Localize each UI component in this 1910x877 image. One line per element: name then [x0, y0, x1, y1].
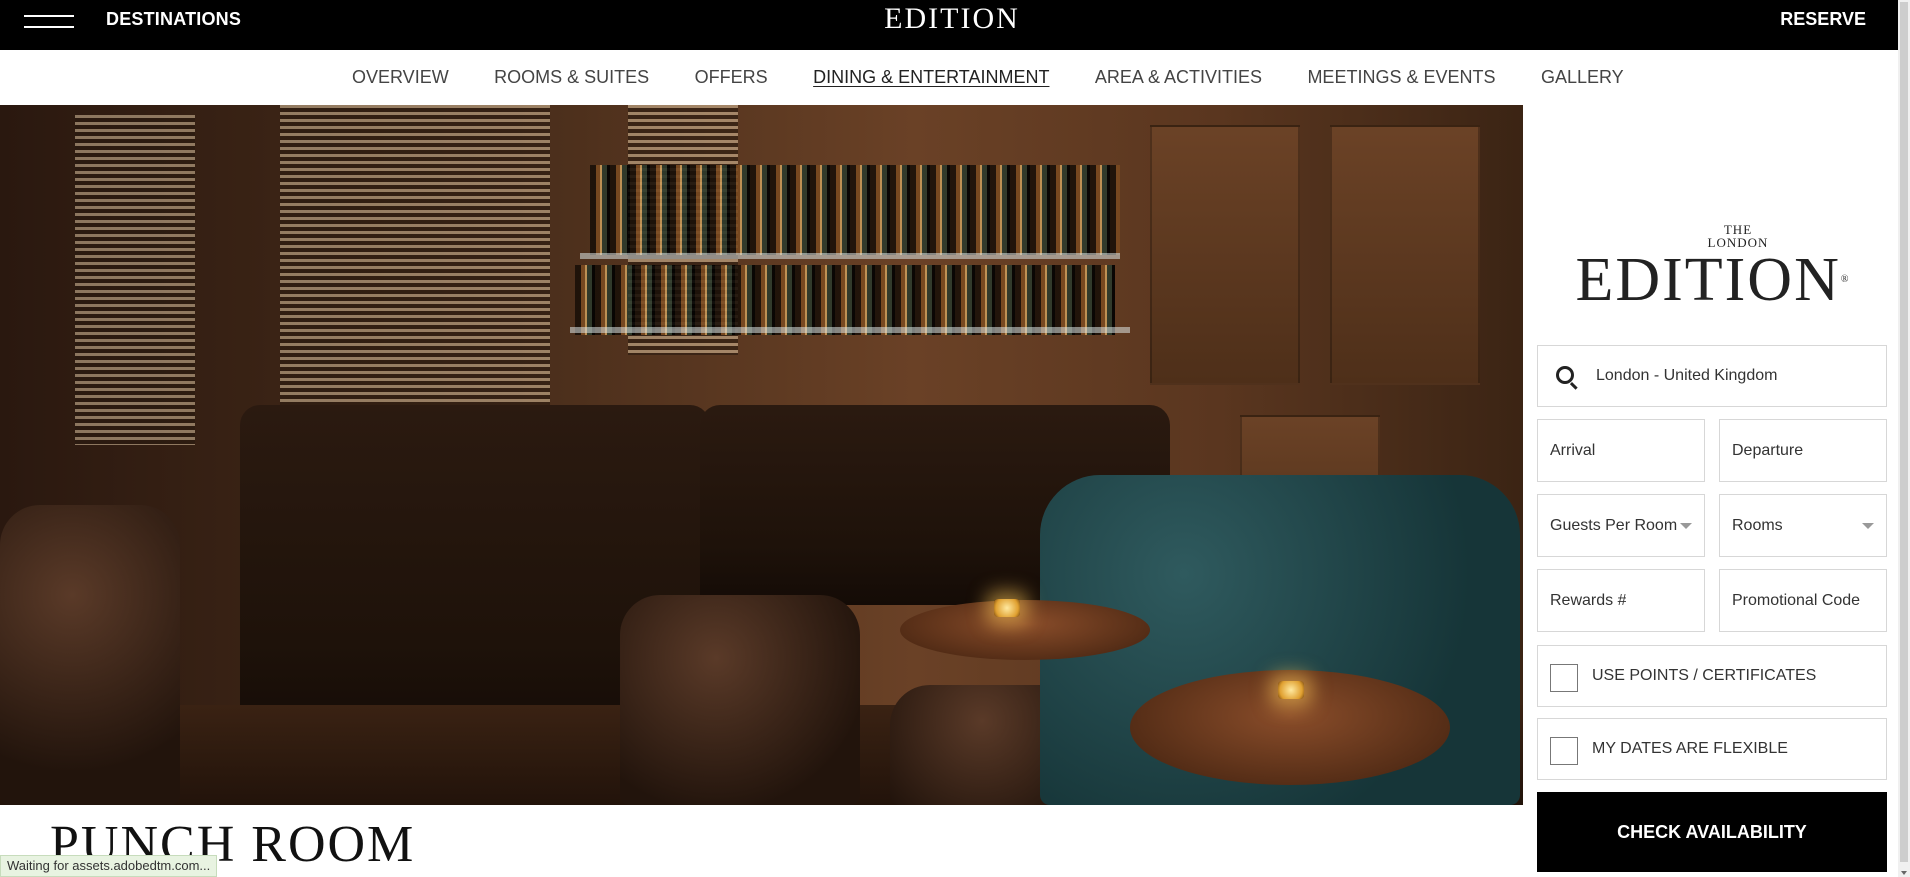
- hero-image: [0, 105, 1523, 805]
- check-availability-button[interactable]: CHECK AVAILABILITY: [1537, 792, 1887, 872]
- logo-wordmark: EDITION®: [1563, 249, 1863, 311]
- logo-wordmark-text: EDITION: [1575, 246, 1841, 314]
- nav-dining-entertainment[interactable]: DINING & ENTERTAINMENT: [813, 67, 1049, 88]
- brand-logo[interactable]: EDITION: [882, 2, 1022, 36]
- departure-placeholder: Departure: [1732, 441, 1804, 459]
- top-bar: DESTINATIONS EDITION RESERVE: [0, 0, 1898, 50]
- nav-rooms-suites[interactable]: ROOMS & SUITES: [494, 67, 649, 88]
- reserve-link[interactable]: RESERVE: [1780, 9, 1866, 30]
- arrival-placeholder: Arrival: [1550, 441, 1596, 459]
- nav-area-activities[interactable]: AREA & ACTIVITIES: [1095, 67, 1262, 88]
- destinations-link[interactable]: DESTINATIONS: [106, 9, 241, 30]
- rooms-select[interactable]: Rooms: [1719, 494, 1887, 557]
- leather-chair: [0, 505, 180, 805]
- chevron-down-icon: [1680, 523, 1692, 529]
- flexible-dates-checkbox[interactable]: [1550, 737, 1578, 765]
- nav-offers[interactable]: OFFERS: [695, 67, 768, 88]
- menu-icon[interactable]: [24, 11, 74, 28]
- window-blinds-center: [280, 105, 550, 455]
- flexible-dates-label: MY DATES ARE FLEXIBLE: [1592, 740, 1788, 757]
- departure-field[interactable]: Departure: [1719, 419, 1887, 482]
- rewards-field[interactable]: Rewards #: [1537, 569, 1705, 632]
- destination-value: London - United Kingdom: [1596, 367, 1778, 384]
- bottle-row: [575, 265, 1115, 335]
- window-blinds-left: [75, 115, 195, 445]
- nav-meetings-events[interactable]: MEETINGS & EVENTS: [1307, 67, 1495, 88]
- guests-per-room-select[interactable]: Guests Per Room: [1537, 494, 1705, 557]
- chevron-down-icon: [1862, 523, 1874, 529]
- wall-panel: [1330, 125, 1480, 385]
- glass-shelf: [580, 253, 1120, 259]
- destination-field[interactable]: London - United Kingdom: [1537, 345, 1887, 407]
- promo-code-field[interactable]: Promotional Code: [1719, 569, 1887, 632]
- flexible-dates-option[interactable]: MY DATES ARE FLEXIBLE: [1537, 718, 1887, 780]
- browser-status-bar: Waiting for assets.adobedtm.com...: [0, 855, 218, 877]
- candle: [994, 599, 1020, 617]
- round-table: [900, 600, 1150, 660]
- nav-gallery[interactable]: GALLERY: [1541, 67, 1624, 88]
- rooms-label: Rooms: [1732, 516, 1783, 534]
- section-nav: OVERVIEW ROOMS & SUITES OFFERS DINING & …: [0, 50, 1898, 105]
- wall-panel: [1150, 125, 1300, 385]
- booking-panel: THE LONDON EDITION® London - United King…: [1523, 105, 1898, 877]
- bottle-row: [590, 165, 1120, 255]
- rewards-placeholder: Rewards #: [1550, 591, 1627, 609]
- use-points-option[interactable]: USE POINTS / CERTIFICATES: [1537, 645, 1887, 707]
- nav-overview[interactable]: OVERVIEW: [352, 67, 449, 88]
- glass-shelf: [570, 327, 1130, 333]
- scroll-down-icon[interactable]: [1901, 871, 1907, 875]
- arrival-field[interactable]: Arrival: [1537, 419, 1705, 482]
- use-points-label: USE POINTS / CERTIFICATES: [1592, 667, 1817, 684]
- leather-chair: [620, 595, 860, 805]
- use-points-checkbox[interactable]: [1550, 664, 1578, 692]
- search-icon: [1556, 366, 1574, 384]
- guests-label: Guests Per Room: [1550, 516, 1678, 534]
- hotel-logo: THE LONDON EDITION®: [1563, 223, 1863, 311]
- scrollbar[interactable]: [1898, 0, 1910, 877]
- promo-placeholder: Promotional Code: [1732, 591, 1861, 609]
- scrollbar-thumb[interactable]: [1900, 2, 1908, 862]
- logo-registered-mark: ®: [1840, 274, 1851, 285]
- candle: [1278, 681, 1304, 699]
